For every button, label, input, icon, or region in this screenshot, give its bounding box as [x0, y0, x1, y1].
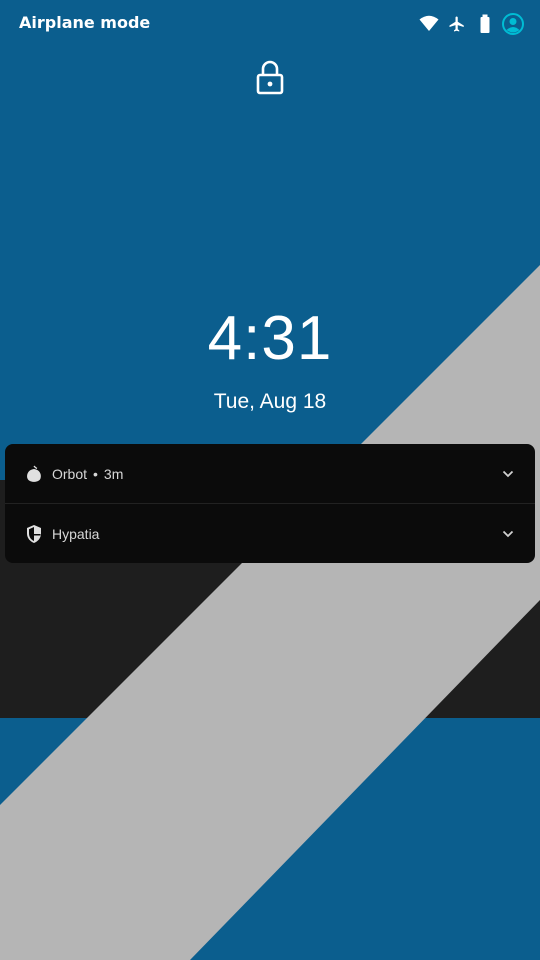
clock-date: Tue, Aug 18: [213, 390, 327, 413]
notification-panel: Orbot • 3m Hypatia: [5, 444, 535, 563]
notification-app-name: Hypatia: [52, 525, 100, 542]
wifi-icon: [418, 13, 440, 35]
notification-separator: •: [93, 465, 98, 482]
status-icons: [418, 12, 524, 36]
clock-time: 4:31: [207, 304, 333, 373]
status-title: Airplane mode: [19, 13, 151, 32]
account-icon[interactable]: [502, 13, 524, 35]
chevron-down-icon[interactable]: [501, 527, 515, 541]
lock-icon[interactable]: [255, 60, 285, 96]
notification-hypatia[interactable]: Hypatia: [5, 503, 535, 563]
shield-icon: [25, 524, 43, 544]
notification-app-name: Orbot: [52, 465, 88, 482]
onion-icon: [25, 464, 43, 484]
airplane-icon: [446, 13, 468, 35]
status-bar: Airplane mode: [0, 0, 540, 48]
chevron-down-icon[interactable]: [501, 467, 515, 481]
battery-icon: [474, 13, 496, 35]
notification-orbot[interactable]: Orbot • 3m: [5, 444, 535, 503]
notification-time: 3m: [103, 465, 124, 482]
notification-text: Orbot • 3m: [52, 466, 123, 482]
